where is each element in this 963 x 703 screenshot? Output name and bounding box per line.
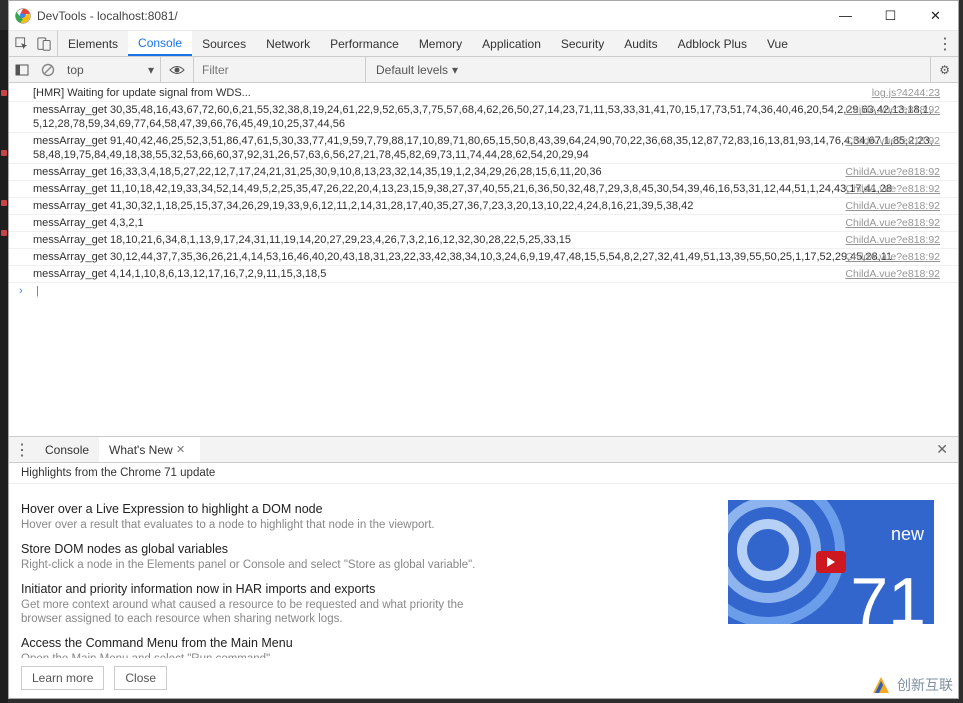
- watermark: 创新互联: [869, 673, 953, 697]
- more-icon[interactable]: ⋮: [932, 31, 958, 56]
- log-entry: messArray_get 30,12,44,37,7,35,36,26,21,…: [9, 249, 958, 266]
- live-expression-icon[interactable]: [161, 57, 194, 82]
- device-icon[interactable]: [37, 37, 51, 51]
- clear-console-icon[interactable]: [35, 63, 61, 77]
- drawer-tab-console[interactable]: Console: [35, 437, 99, 462]
- log-entry: [HMR] Waiting for update signal from WDS…: [9, 85, 958, 102]
- log-source-link[interactable]: ChildA.vue?e818:92: [845, 182, 940, 196]
- tab-vue[interactable]: Vue: [757, 31, 798, 56]
- release-note-heading: Access the Command Menu from the Main Me…: [21, 636, 946, 650]
- release-note-description: Hover over a result that evaluates to a …: [21, 518, 481, 532]
- play-icon[interactable]: [816, 551, 846, 573]
- tab-memory[interactable]: Memory: [409, 31, 472, 56]
- log-entry: messArray_get 41,30,32,1,18,25,15,37,34,…: [9, 198, 958, 215]
- log-levels-selector[interactable]: Default levels ▾: [365, 57, 468, 82]
- promo-video[interactable]: new 71: [728, 500, 934, 624]
- chrome-icon: [15, 8, 31, 24]
- drawer-tab-whatsnew[interactable]: What's New ✕: [99, 437, 200, 462]
- tab-console[interactable]: Console: [128, 31, 192, 56]
- log-source-link[interactable]: ChildA.vue?e818:92: [845, 199, 940, 213]
- log-entry: messArray_get 18,10,21,6,34,8,1,13,9,17,…: [9, 232, 958, 249]
- release-note-description: Right-click a node in the Elements panel…: [21, 558, 481, 572]
- drawer-close-button[interactable]: Close: [114, 666, 167, 690]
- promo-label: new: [891, 524, 924, 545]
- tab-performance[interactable]: Performance: [320, 31, 409, 56]
- release-note-description: Open the Main Menu and select "Run comma…: [21, 652, 481, 658]
- tab-sources[interactable]: Sources: [192, 31, 256, 56]
- devtools-window: DevTools - localhost:8081/ — ☐ ✕ Element…: [8, 0, 959, 699]
- learn-more-button[interactable]: Learn more: [21, 666, 104, 690]
- log-source-link[interactable]: log.js?4244:23: [872, 86, 940, 100]
- window-title: DevTools - localhost:8081/: [37, 9, 823, 23]
- editor-left-strip: [0, 30, 8, 703]
- drawer-content: Hover over a Live Expression to highligh…: [9, 484, 958, 658]
- log-entry: messArray_get 4,3,2,1ChildA.vue?e818:92: [9, 215, 958, 232]
- log-source-link[interactable]: ChildA.vue?e818:92: [845, 103, 940, 117]
- log-entry: messArray_get 16,33,3,4,18,5,27,22,12,7,…: [9, 164, 958, 181]
- drawer-tabs: ⋮ Console What's New ✕ ✕: [9, 437, 958, 463]
- tab-network[interactable]: Network: [256, 31, 320, 56]
- log-source-link[interactable]: ChildA.vue?e818:92: [845, 134, 940, 148]
- promo-version: 71: [850, 568, 926, 624]
- drawer-more-icon[interactable]: ⋮: [9, 440, 35, 460]
- drawer: ⋮ Console What's New ✕ ✕ Highlights from…: [9, 436, 958, 698]
- log-source-link[interactable]: ChildA.vue?e818:92: [845, 250, 940, 264]
- tab-elements[interactable]: Elements: [58, 31, 128, 56]
- context-selector[interactable]: top ▾: [61, 57, 161, 82]
- log-source-link[interactable]: ChildA.vue?e818:92: [845, 165, 940, 179]
- settings-icon[interactable]: ⚙: [930, 57, 958, 82]
- chevron-down-icon: ▾: [148, 63, 154, 77]
- inspect-icon[interactable]: [15, 37, 29, 51]
- minimize-button[interactable]: —: [823, 1, 868, 30]
- close-button[interactable]: ✕: [913, 1, 958, 30]
- filter-input[interactable]: [194, 57, 365, 82]
- drawer-subtitle: Highlights from the Chrome 71 update: [9, 463, 958, 484]
- maximize-button[interactable]: ☐: [868, 1, 913, 30]
- panel-tabs: ElementsConsoleSourcesNetworkPerformance…: [9, 31, 958, 57]
- log-entry: messArray_get 91,40,42,46,25,52,3,51,86,…: [9, 133, 958, 164]
- drawer-close-icon[interactable]: ✕: [926, 441, 958, 458]
- log-source-link[interactable]: ChildA.vue?e818:92: [845, 216, 940, 230]
- log-source-link[interactable]: ChildA.vue?e818:92: [845, 233, 940, 247]
- watermark-icon: [869, 673, 893, 697]
- log-entry: messArray_get 30,35,48,16,43,67,72,60,6,…: [9, 102, 958, 133]
- release-note-description: Get more context around what caused a re…: [21, 598, 481, 626]
- console-prompt[interactable]: |: [9, 283, 958, 299]
- tab-security[interactable]: Security: [551, 31, 614, 56]
- console-output: [HMR] Waiting for update signal from WDS…: [9, 83, 958, 436]
- log-entry: messArray_get 11,10,18,42,19,33,34,52,14…: [9, 181, 958, 198]
- log-source-link[interactable]: ChildA.vue?e818:92: [845, 267, 940, 281]
- chevron-down-icon: ▾: [452, 63, 458, 77]
- close-tab-icon[interactable]: ✕: [176, 443, 190, 456]
- console-toolbar: top ▾ Default levels ▾ ⚙: [9, 57, 958, 83]
- tab-application[interactable]: Application: [472, 31, 551, 56]
- sidebar-toggle-icon[interactable]: [9, 63, 35, 77]
- titlebar: DevTools - localhost:8081/ — ☐ ✕: [9, 1, 958, 31]
- tab-adblock-plus[interactable]: Adblock Plus: [668, 31, 757, 56]
- tab-audits[interactable]: Audits: [614, 31, 667, 56]
- log-entry: messArray_get 4,14,1,10,8,6,13,12,17,16,…: [9, 266, 958, 283]
